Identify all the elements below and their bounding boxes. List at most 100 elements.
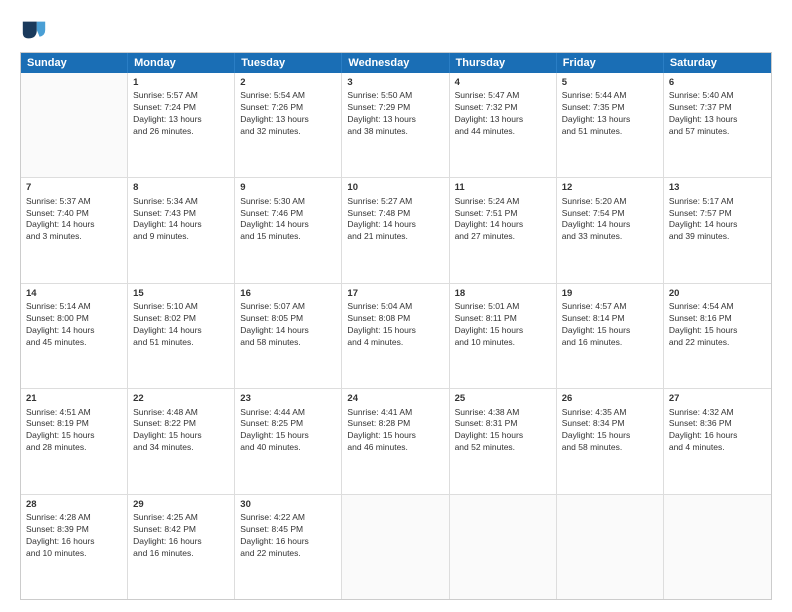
cal-cell-3-1: 22Sunrise: 4:48 AMSunset: 8:22 PMDayligh… bbox=[128, 389, 235, 493]
cell-line-2: Daylight: 16 hours bbox=[240, 536, 336, 548]
cell-line-3: and 26 minutes. bbox=[133, 126, 229, 138]
cal-cell-4-3 bbox=[342, 495, 449, 599]
day-number: 23 bbox=[240, 392, 336, 405]
week-row-3: 14Sunrise: 5:14 AMSunset: 8:00 PMDayligh… bbox=[21, 284, 771, 389]
cell-line-2: Daylight: 14 hours bbox=[240, 219, 336, 231]
cal-cell-0-4: 4Sunrise: 5:47 AMSunset: 7:32 PMDaylight… bbox=[450, 73, 557, 177]
cell-line-2: Daylight: 14 hours bbox=[133, 219, 229, 231]
cell-line-3: and 46 minutes. bbox=[347, 442, 443, 454]
cell-line-0: Sunrise: 5:14 AM bbox=[26, 301, 122, 313]
cell-line-3: and 15 minutes. bbox=[240, 231, 336, 243]
calendar-body: 1Sunrise: 5:57 AMSunset: 7:24 PMDaylight… bbox=[21, 73, 771, 599]
header-monday: Monday bbox=[128, 53, 235, 73]
cell-line-3: and 28 minutes. bbox=[26, 442, 122, 454]
cell-line-3: and 44 minutes. bbox=[455, 126, 551, 138]
cal-cell-3-6: 27Sunrise: 4:32 AMSunset: 8:36 PMDayligh… bbox=[664, 389, 771, 493]
cell-line-3: and 45 minutes. bbox=[26, 337, 122, 349]
day-number: 25 bbox=[455, 392, 551, 405]
cell-line-3: and 3 minutes. bbox=[26, 231, 122, 243]
calendar-header: SundayMondayTuesdayWednesdayThursdayFrid… bbox=[21, 53, 771, 73]
cell-line-2: Daylight: 15 hours bbox=[562, 430, 658, 442]
cell-line-0: Sunrise: 5:44 AM bbox=[562, 90, 658, 102]
day-number: 29 bbox=[133, 498, 229, 511]
cell-line-1: Sunset: 7:54 PM bbox=[562, 208, 658, 220]
cell-line-1: Sunset: 7:40 PM bbox=[26, 208, 122, 220]
cell-line-0: Sunrise: 4:51 AM bbox=[26, 407, 122, 419]
cell-line-1: Sunset: 7:26 PM bbox=[240, 102, 336, 114]
cell-line-0: Sunrise: 4:54 AM bbox=[669, 301, 766, 313]
week-row-5: 28Sunrise: 4:28 AMSunset: 8:39 PMDayligh… bbox=[21, 495, 771, 599]
cell-line-2: Daylight: 15 hours bbox=[133, 430, 229, 442]
header-tuesday: Tuesday bbox=[235, 53, 342, 73]
cal-cell-3-0: 21Sunrise: 4:51 AMSunset: 8:19 PMDayligh… bbox=[21, 389, 128, 493]
cal-cell-2-1: 15Sunrise: 5:10 AMSunset: 8:02 PMDayligh… bbox=[128, 284, 235, 388]
week-row-1: 1Sunrise: 5:57 AMSunset: 7:24 PMDaylight… bbox=[21, 73, 771, 178]
cal-cell-4-5 bbox=[557, 495, 664, 599]
cell-line-3: and 16 minutes. bbox=[133, 548, 229, 560]
cell-line-3: and 16 minutes. bbox=[562, 337, 658, 349]
header-saturday: Saturday bbox=[664, 53, 771, 73]
cell-line-2: Daylight: 15 hours bbox=[26, 430, 122, 442]
cal-cell-1-5: 12Sunrise: 5:20 AMSunset: 7:54 PMDayligh… bbox=[557, 178, 664, 282]
cal-cell-0-6: 6Sunrise: 5:40 AMSunset: 7:37 PMDaylight… bbox=[664, 73, 771, 177]
cell-line-1: Sunset: 8:05 PM bbox=[240, 313, 336, 325]
cell-line-3: and 38 minutes. bbox=[347, 126, 443, 138]
cell-line-1: Sunset: 7:57 PM bbox=[669, 208, 766, 220]
day-number: 27 bbox=[669, 392, 766, 405]
day-number: 3 bbox=[347, 76, 443, 89]
cell-line-0: Sunrise: 5:01 AM bbox=[455, 301, 551, 313]
cell-line-2: Daylight: 15 hours bbox=[240, 430, 336, 442]
cell-line-3: and 58 minutes. bbox=[562, 442, 658, 454]
cell-line-2: Daylight: 15 hours bbox=[455, 325, 551, 337]
day-number: 17 bbox=[347, 287, 443, 300]
day-number: 14 bbox=[26, 287, 122, 300]
cell-line-1: Sunset: 8:34 PM bbox=[562, 418, 658, 430]
cell-line-2: Daylight: 14 hours bbox=[455, 219, 551, 231]
cell-line-1: Sunset: 7:32 PM bbox=[455, 102, 551, 114]
day-number: 8 bbox=[133, 181, 229, 194]
cell-line-0: Sunrise: 4:44 AM bbox=[240, 407, 336, 419]
cal-cell-2-3: 17Sunrise: 5:04 AMSunset: 8:08 PMDayligh… bbox=[342, 284, 449, 388]
cell-line-3: and 21 minutes. bbox=[347, 231, 443, 243]
cell-line-2: Daylight: 13 hours bbox=[562, 114, 658, 126]
cell-line-0: Sunrise: 5:37 AM bbox=[26, 196, 122, 208]
cell-line-1: Sunset: 7:51 PM bbox=[455, 208, 551, 220]
cell-line-3: and 34 minutes. bbox=[133, 442, 229, 454]
cal-cell-1-6: 13Sunrise: 5:17 AMSunset: 7:57 PMDayligh… bbox=[664, 178, 771, 282]
day-number: 21 bbox=[26, 392, 122, 405]
cal-cell-0-5: 5Sunrise: 5:44 AMSunset: 7:35 PMDaylight… bbox=[557, 73, 664, 177]
cell-line-1: Sunset: 8:31 PM bbox=[455, 418, 551, 430]
cell-line-3: and 51 minutes. bbox=[562, 126, 658, 138]
cal-cell-1-0: 7Sunrise: 5:37 AMSunset: 7:40 PMDaylight… bbox=[21, 178, 128, 282]
cell-line-1: Sunset: 8:28 PM bbox=[347, 418, 443, 430]
cal-cell-4-1: 29Sunrise: 4:25 AMSunset: 8:42 PMDayligh… bbox=[128, 495, 235, 599]
day-number: 22 bbox=[133, 392, 229, 405]
cell-line-0: Sunrise: 5:24 AM bbox=[455, 196, 551, 208]
day-number: 5 bbox=[562, 76, 658, 89]
cell-line-1: Sunset: 7:43 PM bbox=[133, 208, 229, 220]
cell-line-1: Sunset: 8:16 PM bbox=[669, 313, 766, 325]
cal-cell-0-0 bbox=[21, 73, 128, 177]
cell-line-0: Sunrise: 4:32 AM bbox=[669, 407, 766, 419]
header-sunday: Sunday bbox=[21, 53, 128, 73]
cell-line-0: Sunrise: 4:22 AM bbox=[240, 512, 336, 524]
day-number: 18 bbox=[455, 287, 551, 300]
day-number: 15 bbox=[133, 287, 229, 300]
cell-line-1: Sunset: 8:36 PM bbox=[669, 418, 766, 430]
cal-cell-2-4: 18Sunrise: 5:01 AMSunset: 8:11 PMDayligh… bbox=[450, 284, 557, 388]
day-number: 16 bbox=[240, 287, 336, 300]
calendar: SundayMondayTuesdayWednesdayThursdayFrid… bbox=[20, 52, 772, 600]
cell-line-0: Sunrise: 5:34 AM bbox=[133, 196, 229, 208]
cell-line-2: Daylight: 15 hours bbox=[347, 325, 443, 337]
cell-line-1: Sunset: 7:24 PM bbox=[133, 102, 229, 114]
cell-line-2: Daylight: 16 hours bbox=[133, 536, 229, 548]
cell-line-0: Sunrise: 5:17 AM bbox=[669, 196, 766, 208]
cell-line-0: Sunrise: 4:38 AM bbox=[455, 407, 551, 419]
cell-line-0: Sunrise: 4:41 AM bbox=[347, 407, 443, 419]
logo-icon bbox=[20, 16, 48, 44]
cell-line-3: and 40 minutes. bbox=[240, 442, 336, 454]
cell-line-3: and 58 minutes. bbox=[240, 337, 336, 349]
cell-line-1: Sunset: 7:48 PM bbox=[347, 208, 443, 220]
header-thursday: Thursday bbox=[450, 53, 557, 73]
day-number: 1 bbox=[133, 76, 229, 89]
